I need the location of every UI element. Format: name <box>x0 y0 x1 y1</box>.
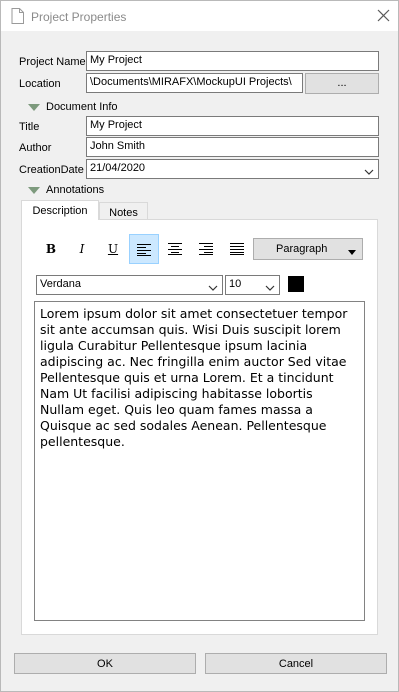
document-icon <box>11 8 24 27</box>
collapse-triangle-icon <box>28 103 40 115</box>
caret-down-icon <box>348 246 356 258</box>
align-right-button[interactable] <box>191 234 221 264</box>
bold-button[interactable]: B <box>36 234 66 264</box>
author-input[interactable]: John Smith <box>86 137 379 157</box>
underline-button[interactable]: U <box>98 234 128 264</box>
creation-date-value: 21/04/2020 <box>90 162 146 174</box>
align-left-icon <box>137 244 151 256</box>
font-size-value: 10 <box>229 278 242 290</box>
font-family-value: Verdana <box>40 278 81 290</box>
document-info-label: Document Info <box>46 101 118 113</box>
tab-notes[interactable]: Notes <box>99 202 148 220</box>
creation-date-dropdown[interactable]: 21/04/2020 <box>86 159 379 179</box>
annotations-section[interactable]: Annotations <box>28 184 148 198</box>
font-family-dropdown[interactable]: Verdana <box>36 275 223 295</box>
title-bar: Project Properties <box>1 1 398 31</box>
justify-icon <box>230 243 244 255</box>
description-editor[interactable]: Lorem ipsum dolor sit amet consectetuer … <box>34 301 365 621</box>
title-input[interactable]: My Project <box>86 116 379 136</box>
author-label: Author <box>19 142 52 154</box>
chevron-down-icon <box>208 282 218 294</box>
annotations-label: Annotations <box>46 184 105 196</box>
font-size-dropdown[interactable]: 10 <box>225 275 280 295</box>
project-name-input[interactable]: My Project <box>86 51 379 71</box>
browse-button[interactable]: ... <box>305 73 379 94</box>
chevron-down-icon <box>364 166 374 178</box>
project-properties-dialog: Project Properties Project Name My Proje… <box>0 0 399 692</box>
paragraph-style-value: Paragraph <box>276 243 328 255</box>
location-label: Location <box>19 78 61 90</box>
chevron-down-icon <box>265 282 275 294</box>
document-info-section[interactable]: Document Info <box>28 101 148 115</box>
close-icon[interactable] <box>377 9 390 25</box>
creation-date-label: CreationDate <box>19 164 84 176</box>
window-title: Project Properties <box>31 10 127 24</box>
ok-button[interactable]: OK <box>14 653 196 674</box>
align-center-button[interactable] <box>160 234 190 264</box>
collapse-triangle-icon <box>28 186 40 198</box>
justify-button[interactable] <box>222 234 252 264</box>
cancel-button[interactable]: Cancel <box>205 653 387 674</box>
location-input[interactable]: \Documents\MIRAFX\MockupUI Projects\ <box>86 73 303 93</box>
tab-description[interactable]: Description <box>21 200 99 220</box>
align-left-button[interactable] <box>129 234 159 264</box>
align-right-icon <box>199 243 213 255</box>
title-label: Title <box>19 121 40 133</box>
paragraph-style-dropdown[interactable]: Paragraph <box>253 238 363 260</box>
align-center-icon <box>168 243 182 255</box>
italic-button[interactable]: I <box>67 234 97 264</box>
project-name-label: Project Name <box>19 56 86 68</box>
text-color-swatch[interactable] <box>288 276 304 292</box>
